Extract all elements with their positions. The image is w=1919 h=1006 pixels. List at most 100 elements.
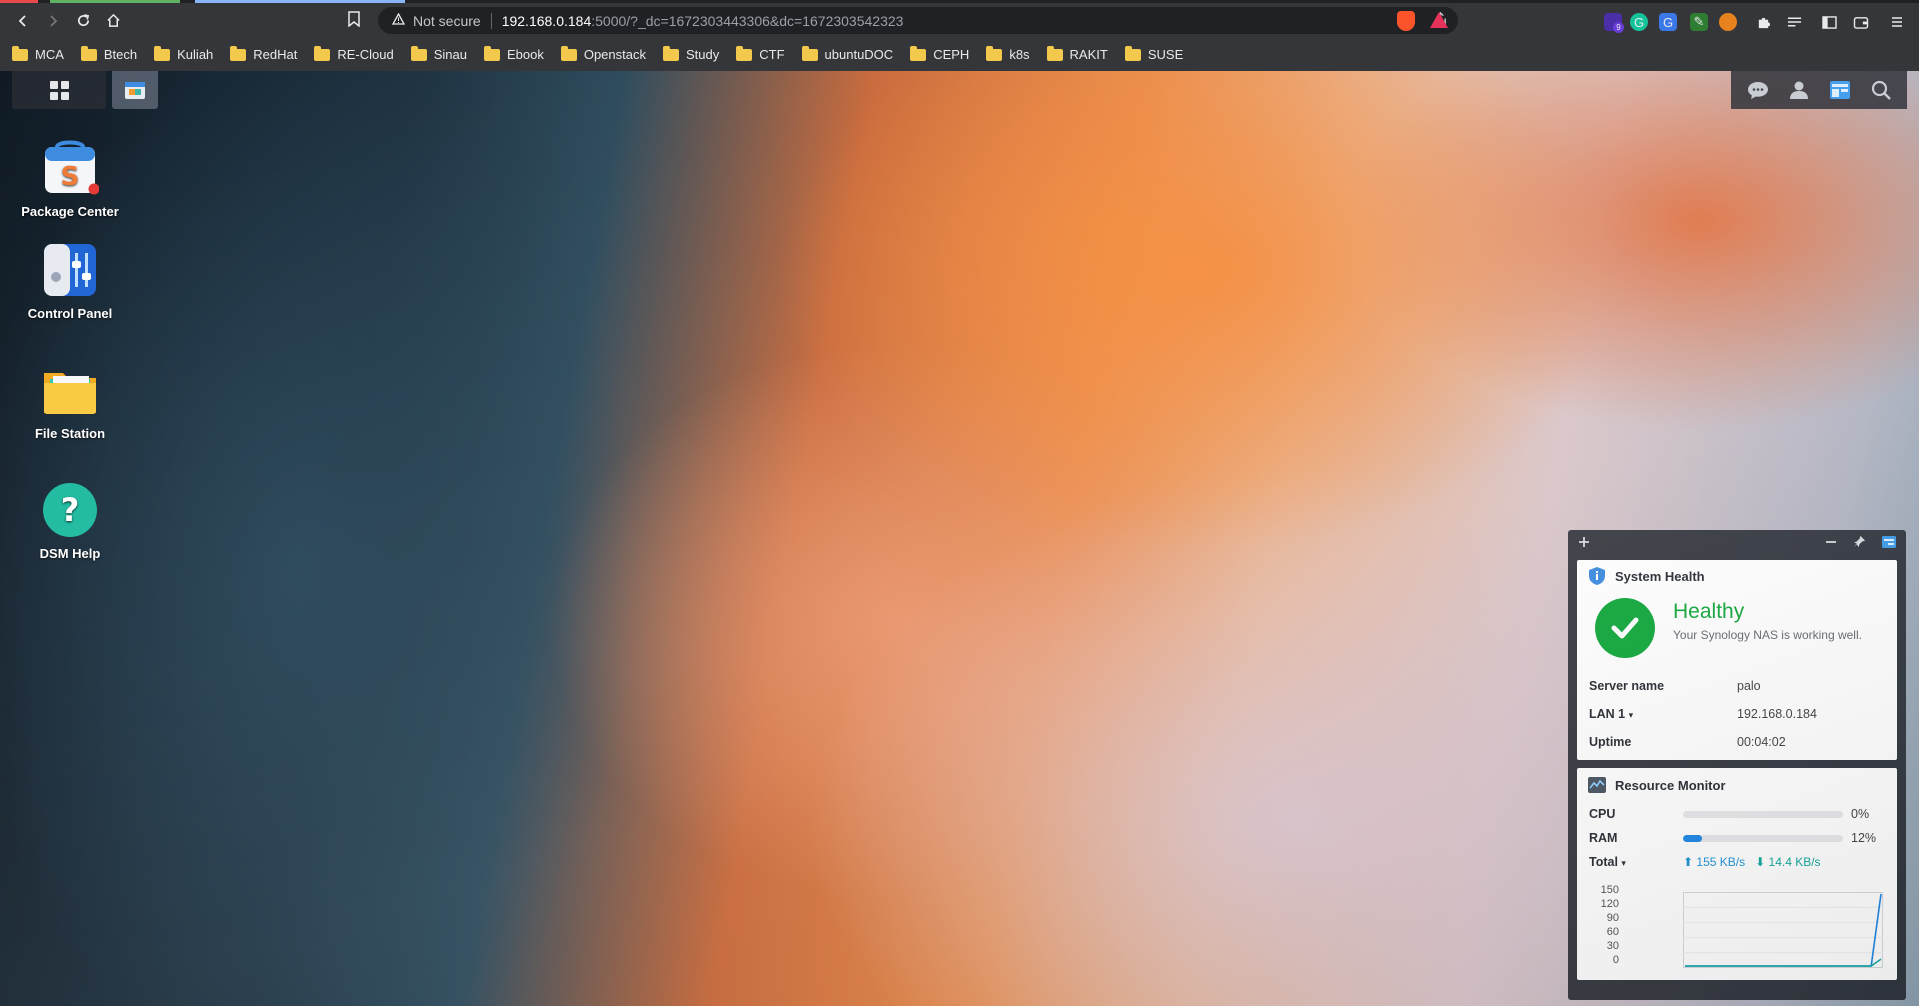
package-center-shortcut[interactable]: S Package Center (18, 139, 122, 221)
bookmark-folder[interactable]: Btech (80, 45, 137, 62)
bookmarks-bar: MCA Btech Kuliah RedHat RE-Cloud Sinau E… (0, 38, 1919, 71)
system-health-title: System Health (1615, 568, 1705, 584)
info-row-lan[interactable]: LAN 1 ▾ 192.168.0.184 (1577, 700, 1897, 728)
info-key[interactable]: LAN 1 ▾ (1589, 707, 1737, 721)
back-icon[interactable] (8, 6, 38, 36)
bookmark-label: Openstack (583, 47, 646, 62)
minimize-icon[interactable] (1825, 535, 1837, 553)
bookmark-folder[interactable]: Openstack (560, 45, 646, 62)
total-dropdown[interactable]: Total ▾ (1589, 855, 1683, 869)
bookmark-folder[interactable]: SUSE (1124, 45, 1183, 62)
control-panel-shortcut[interactable]: Control Panel (18, 241, 122, 323)
brave-rewards-icon[interactable] (1430, 12, 1448, 28)
network-chart-plot (1683, 892, 1883, 968)
bookmark-label: Ebook (506, 47, 544, 62)
bookmark-folder[interactable]: RAKIT (1046, 45, 1108, 62)
reload-icon[interactable] (68, 6, 98, 36)
home-icon[interactable] (98, 6, 128, 36)
bookmark-folder[interactable]: Ebook (483, 45, 544, 62)
resource-monitor-widget: Resource Monitor CPU 0% RAM 12% Total ▾ … (1577, 768, 1897, 980)
address-bar[interactable]: Not secure 192.168.0.184:5000/?_dc=16723… (378, 7, 1458, 34)
search-icon[interactable] (1869, 78, 1893, 102)
menu-icon[interactable] (1888, 13, 1906, 31)
upload-value: 155 KB/s (1696, 855, 1746, 869)
browser-toolbar: Not secure 192.168.0.184:5000/?_dc=16723… (0, 3, 1919, 38)
dsm-help-shortcut[interactable]: ? DSM Help (18, 481, 122, 563)
reading-list-icon[interactable] (1785, 13, 1803, 31)
folder-icon (910, 45, 927, 61)
cpu-percent: 0% (1851, 807, 1870, 821)
notifications-icon[interactable] (1746, 78, 1770, 102)
wallet-icon[interactable] (1852, 13, 1870, 31)
download-value: 14.4 KB/s (1768, 855, 1821, 869)
svg-text:?: ? (61, 491, 80, 529)
main-menu-icon (49, 80, 69, 100)
network-chart: 150 120 90 60 30 0 (1585, 884, 1890, 972)
translate-icon[interactable]: G (1659, 13, 1677, 31)
bookmark-label: RedHat (253, 47, 298, 62)
main-menu-button[interactable] (12, 71, 106, 109)
info-value: 00:04:02 (1737, 735, 1786, 749)
healthy-check-icon (1595, 598, 1655, 658)
extensions-puzzle-icon[interactable] (1754, 13, 1772, 31)
bookmark-folder[interactable]: k8s (986, 45, 1030, 62)
widget-layout-icon[interactable] (1882, 535, 1896, 553)
security-label[interactable]: Not secure (413, 13, 481, 29)
taskbar (12, 71, 158, 109)
bookmark-label: Sinau (433, 47, 467, 62)
upload-arrow-icon: ⬆ (1683, 855, 1694, 869)
lan-label: LAN 1 (1589, 707, 1626, 721)
dsm-help-label: DSM Help (39, 546, 101, 561)
bookmark-page-icon[interactable] (348, 11, 360, 31)
metamask-icon[interactable] (1719, 13, 1737, 31)
dropdown-caret-icon[interactable]: ▾ (1629, 710, 1634, 720)
package-center-icon: S (41, 139, 100, 197)
widgets-icon[interactable] (1828, 78, 1852, 102)
ram-usage-fill (1683, 834, 1703, 842)
bookmark-folder[interactable]: ubuntuDOC (801, 45, 894, 62)
user-icon[interactable] (1787, 78, 1811, 102)
bookmark-label: RAKIT (1069, 47, 1108, 62)
bookmark-folder[interactable]: Kuliah (154, 45, 214, 62)
cpu-usage-bar (1683, 810, 1843, 818)
grammarly-icon[interactable]: G (1630, 13, 1648, 31)
health-status: Healthy Your Synology NAS is working wel… (1577, 592, 1897, 658)
add-widget-icon[interactable] (1578, 535, 1590, 553)
bookmark-folder[interactable]: CEPH (910, 45, 969, 62)
bookmark-folder[interactable]: RE-Cloud (314, 45, 394, 62)
y-tick-label: 120 (1600, 898, 1619, 910)
bookmark-label: Kuliah (177, 47, 214, 62)
y-tick-label: 150 (1600, 884, 1619, 896)
y-tick-label: 30 (1606, 940, 1619, 952)
help-icon: ? (41, 481, 99, 539)
pin-icon[interactable] (1853, 535, 1866, 553)
bookmark-folder[interactable]: CTF (736, 45, 785, 62)
upload-rate: ⬆ 155 KB/s (1683, 855, 1745, 869)
dsm-desktop: S Package Center Control Panel File Stat… (0, 71, 1919, 1006)
y-tick-label: 0 (1612, 954, 1619, 966)
folder-icon (663, 45, 679, 61)
bookmark-folder[interactable]: MCA (12, 45, 64, 62)
dropdown-caret-icon[interactable]: ▾ (1621, 858, 1626, 868)
network-row: Total ▾ ⬆ 155 KB/s ⬇ 14.4 KB/s (1577, 850, 1897, 874)
resource-monitor-title: Resource Monitor (1615, 777, 1726, 793)
url-path: :5000/?_dc=1672303443306&dc=167230354232… (591, 12, 904, 29)
url-host: 192.168.0.184 (501, 12, 592, 29)
health-status-title: Healthy (1673, 600, 1745, 623)
bookmark-folder[interactable]: RedHat (230, 45, 298, 62)
sidebar-icon[interactable] (1820, 13, 1838, 31)
file-station-shortcut[interactable]: File Station (18, 361, 122, 443)
forward-icon[interactable] (38, 6, 68, 36)
info-shield-icon (1589, 567, 1605, 585)
bookmark-folder[interactable]: Study (663, 45, 719, 62)
chart-frame (1683, 892, 1883, 968)
bookmark-folder[interactable]: Sinau (410, 45, 467, 62)
edit-icon[interactable]: ✎ (1690, 13, 1708, 31)
folder-icon (986, 45, 1003, 61)
ram-percent: 12% (1851, 831, 1877, 845)
ram-usage-bar (1683, 834, 1843, 842)
bookmark-label: ubuntuDOC (824, 47, 894, 62)
package-center-taskbar-button[interactable] (112, 71, 158, 109)
brave-shields-icon[interactable] (1397, 11, 1415, 31)
resource-monitor-header: Resource Monitor (1577, 768, 1897, 802)
